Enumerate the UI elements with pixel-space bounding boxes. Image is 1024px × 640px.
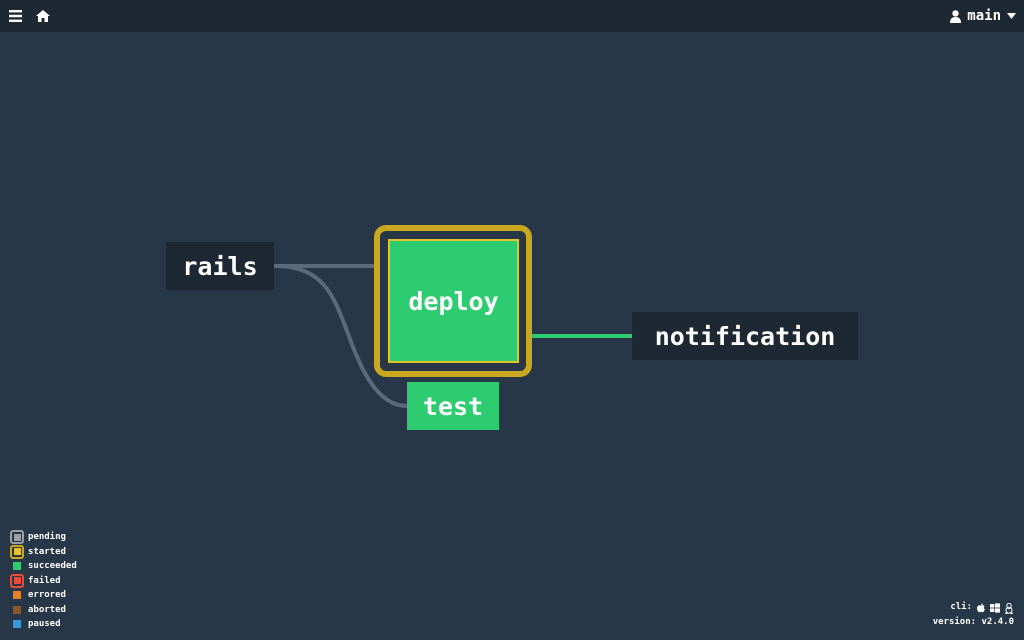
footer-info: cli: version: v2.4.0 <box>933 600 1014 630</box>
legend-item-started: started <box>10 544 77 560</box>
job-test[interactable]: test <box>407 382 499 430</box>
user-icon <box>950 9 962 23</box>
legend-swatch-aborted <box>10 603 24 617</box>
legend-swatch-failed <box>10 573 24 588</box>
user-menu[interactable]: main <box>950 0 1016 32</box>
legend-label-failed: failed <box>28 575 61 586</box>
apple-icon[interactable] <box>976 602 986 613</box>
legend-item-pending: pending <box>10 530 77 545</box>
linux-icon[interactable] <box>1004 602 1014 614</box>
legend-label-aborted: aborted <box>28 604 66 615</box>
caret-down-icon <box>1007 13 1016 19</box>
job-deploy-label: deploy <box>408 286 499 316</box>
legend-item-paused: paused <box>10 617 77 632</box>
legend-item-failed: failed <box>10 573 77 589</box>
legend-label-pending: pending <box>28 532 66 543</box>
top-bar: main <box>0 0 1024 32</box>
legend-swatch-succeeded <box>10 559 24 573</box>
legend-swatch-pending <box>10 530 24 545</box>
legend-label-errored: errored <box>28 590 66 601</box>
job-test-label: test <box>422 391 484 421</box>
job-deploy[interactable]: deploy <box>388 239 519 363</box>
job-rails-label: rails <box>182 251 258 281</box>
status-legend: pending started succeeded failed errored… <box>10 530 77 632</box>
version-value: v2.4.0 <box>981 617 1014 627</box>
user-name: main <box>967 8 1001 24</box>
job-notification-label: notification <box>654 321 836 351</box>
cli-downloads: cli: <box>933 600 1014 615</box>
legend-item-aborted: aborted <box>10 603 77 618</box>
pipeline-canvas[interactable]: rails deploy test notification <box>0 32 1024 640</box>
legend-item-errored: errored <box>10 588 77 603</box>
legend-swatch-paused <box>10 617 24 631</box>
job-notification[interactable]: notification <box>632 312 858 360</box>
cli-label: cli: <box>950 602 972 612</box>
version-row: version: v2.4.0 <box>933 615 1014 630</box>
home-button[interactable] <box>32 0 54 32</box>
home-icon <box>36 10 50 22</box>
version-label: version: <box>932 617 977 627</box>
legend-item-succeeded: succeeded <box>10 559 77 574</box>
hamburger-menu-button[interactable] <box>4 0 26 32</box>
job-rails[interactable]: rails <box>166 242 274 290</box>
legend-label-paused: paused <box>28 619 61 630</box>
legend-swatch-started <box>10 544 24 559</box>
legend-label-started: started <box>28 546 66 557</box>
windows-icon[interactable] <box>990 602 1000 613</box>
hamburger-icon <box>8 10 22 22</box>
legend-swatch-errored <box>10 588 24 602</box>
legend-label-succeeded: succeeded <box>28 561 77 572</box>
